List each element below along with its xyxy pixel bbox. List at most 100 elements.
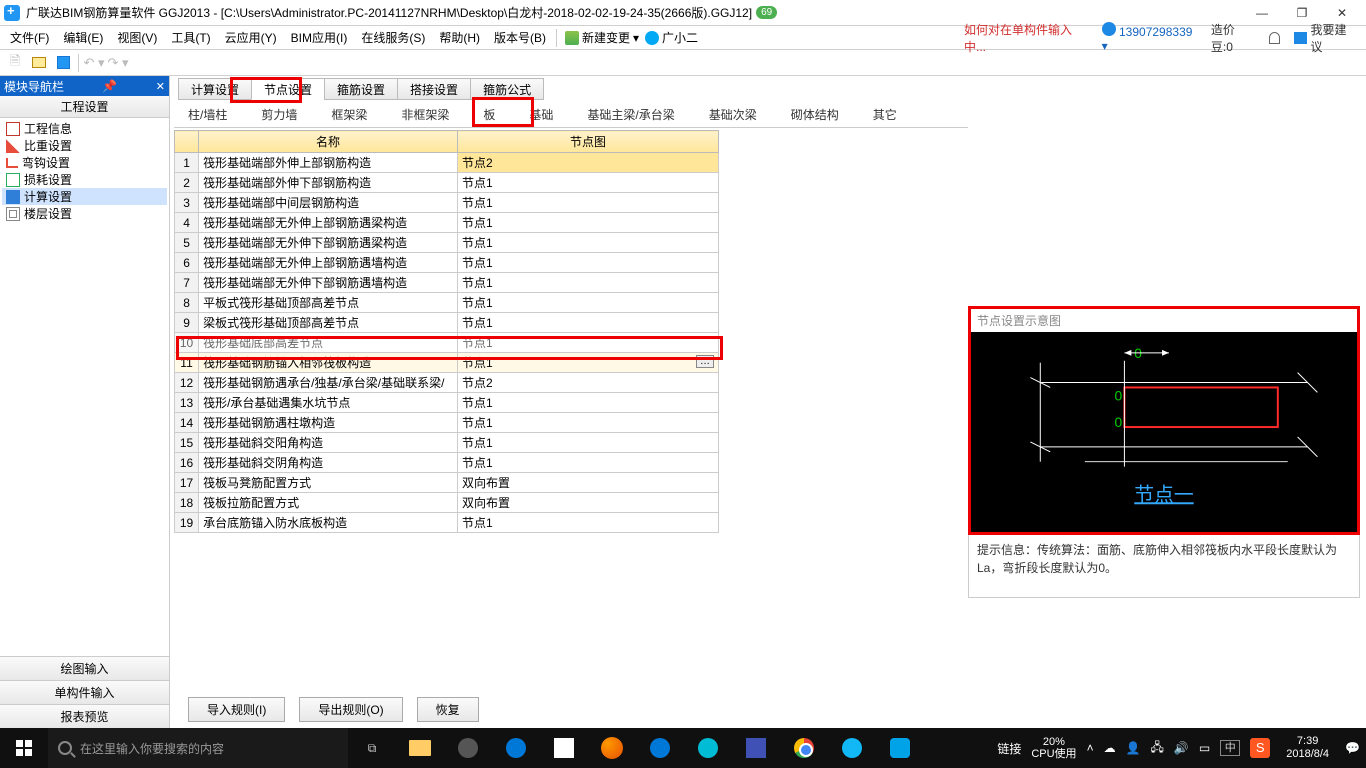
save-button[interactable]	[52, 52, 74, 74]
table-row[interactable]: 9梁板式筏形基础顶部高差节点节点1	[175, 313, 719, 333]
tray-up-icon[interactable]: ˄	[1087, 741, 1094, 755]
tree-item-floor[interactable]: 楼层设置	[2, 205, 167, 222]
table-row[interactable]: 13筏形/承台基础遇集水坑节点节点1	[175, 393, 719, 413]
tab2-fsec[interactable]: 基础次梁	[699, 103, 767, 126]
table-row[interactable]: 2筏形基础端部外伸下部钢筋构造节点1	[175, 173, 719, 193]
tray-onedrive-icon[interactable]: ☁	[1104, 741, 1116, 755]
nav-report[interactable]: 报表预览	[0, 704, 169, 728]
tree-item-weight[interactable]: 比重设置	[2, 137, 167, 154]
tab-stirrup[interactable]: 箍筋设置	[324, 78, 398, 100]
table-row[interactable]: 14筏形基础钢筋遇柱墩构造节点1	[175, 413, 719, 433]
new-change-button[interactable]: 新建变更 ▾	[565, 29, 639, 46]
taskview-icon[interactable]: ⧉	[348, 728, 396, 768]
app1-icon[interactable]	[444, 728, 492, 768]
ggj-icon[interactable]	[876, 728, 924, 768]
table-row[interactable]: 1筏形基础端部外伸上部钢筋构造节点2	[175, 153, 719, 173]
menu-help[interactable]: 帮助(H)	[433, 27, 486, 48]
feedback-button[interactable]: 我要建议	[1294, 21, 1356, 55]
gxe-button[interactable]: 广小二	[645, 29, 698, 46]
ime-indicator[interactable]: 中	[1220, 740, 1240, 756]
tab2-column[interactable]: 柱/墙柱	[178, 103, 237, 126]
table-row[interactable]: 19承台底筋锚入防水底板构造节点1	[175, 513, 719, 533]
tab2-other[interactable]: 其它	[863, 103, 907, 126]
col-name: 名称	[199, 131, 458, 153]
tray-link[interactable]: 链接	[997, 740, 1021, 757]
tray-volume-icon[interactable]: 🔊	[1174, 741, 1189, 755]
nav-close-icon[interactable]: ✕	[156, 80, 165, 93]
tab2-slab[interactable]: 板	[473, 103, 505, 126]
menu-tools[interactable]: 工具(T)	[165, 27, 216, 48]
undo-button[interactable]: ↶ ▾	[83, 52, 105, 74]
table-row[interactable]: 4筏形基础端部无外伸上部钢筋遇梁构造节点1	[175, 213, 719, 233]
diagram-link[interactable]: 节点一	[1134, 484, 1193, 506]
table-row[interactable]: 18筏板拉筋配置方式双向布置	[175, 493, 719, 513]
firefox-icon[interactable]	[588, 728, 636, 768]
qq-icon[interactable]	[828, 728, 876, 768]
menu-version[interactable]: 版本号(B)	[488, 27, 552, 48]
user-phone[interactable]: 13907298339 ▾	[1102, 22, 1197, 53]
edge2-icon[interactable]	[636, 728, 684, 768]
taskbar-search[interactable]: 在这里输入你要搜索的内容	[48, 728, 348, 768]
hint-link[interactable]: 如何对在单构件输入中...	[964, 21, 1088, 55]
tray-app-icon[interactable]: ▭	[1199, 741, 1210, 755]
tab2-foundation[interactable]: 基础	[519, 103, 563, 126]
nav-section[interactable]: 工程设置	[0, 96, 169, 118]
app2-icon[interactable]	[732, 728, 780, 768]
tab-calc[interactable]: 计算设置	[178, 78, 252, 100]
nav-draw-input[interactable]: 绘图输入	[0, 656, 169, 680]
table-row[interactable]: 17筏板马凳筋配置方式双向布置	[175, 473, 719, 493]
node-table[interactable]: 名称 节点图 1筏形基础端部外伸上部钢筋构造节点22筏形基础端部外伸下部钢筋构造…	[174, 130, 719, 533]
edge-icon[interactable]	[492, 728, 540, 768]
menu-cloud[interactable]: 云应用(Y)	[219, 27, 283, 48]
table-row[interactable]: 3筏形基础端部中间层钢筋构造节点1	[175, 193, 719, 213]
ie-icon[interactable]	[684, 728, 732, 768]
tab-lap[interactable]: 搭接设置	[397, 78, 471, 100]
table-row[interactable]: 10筏形基础底部高差节点节点1	[175, 333, 719, 353]
restore-button[interactable]: 恢复	[417, 697, 479, 722]
nav-single-input[interactable]: 单构件输入	[0, 680, 169, 704]
menu-view[interactable]: 视图(V)	[111, 27, 163, 48]
tab-formula[interactable]: 箍筋公式	[470, 78, 544, 100]
menu-online[interactable]: 在线服务(S)	[355, 27, 431, 48]
bell-icon[interactable]	[1269, 32, 1281, 44]
store-icon[interactable]	[540, 728, 588, 768]
table-row[interactable]: 7筏形基础端部无外伸下部钢筋遇墙构造节点1	[175, 273, 719, 293]
tab2-shear[interactable]: 剪力墙	[251, 103, 307, 126]
new-file-button[interactable]: 🗎	[4, 52, 26, 74]
tray-network-icon[interactable]: 🖧	[1151, 738, 1164, 759]
svg-text:0: 0	[1115, 387, 1123, 403]
tray-notifications-icon[interactable]: 💬	[1345, 741, 1360, 755]
start-button[interactable]	[0, 728, 48, 768]
table-row[interactable]: 15筏形基础斜交阳角构造节点1	[175, 433, 719, 453]
menu-edit[interactable]: 编辑(E)	[57, 27, 109, 48]
tree-item-loss[interactable]: 损耗设置	[2, 171, 167, 188]
sogou-icon[interactable]: S	[1250, 738, 1270, 758]
table-row[interactable]: 6筏形基础端部无外伸上部钢筋遇墙构造节点1	[175, 253, 719, 273]
tab2-nframe[interactable]: 非框架梁	[391, 103, 459, 126]
tab2-fmain[interactable]: 基础主梁/承台梁	[577, 103, 684, 126]
explorer-icon[interactable]	[396, 728, 444, 768]
tab2-masonry[interactable]: 砌体结构	[781, 103, 849, 126]
tab2-frame[interactable]: 框架梁	[321, 103, 377, 126]
export-rules-button[interactable]: 导出规则(O)	[299, 697, 402, 722]
table-row[interactable]: 16筏形基础斜交阴角构造节点1	[175, 453, 719, 473]
table-row[interactable]: 11筏形基础钢筋锚入相邻筏板构造节点1…	[175, 353, 719, 373]
redo-button[interactable]: ↷ ▾	[107, 52, 129, 74]
chrome-icon[interactable]	[780, 728, 828, 768]
table-row[interactable]: 8平板式筏形基础顶部高差节点节点1	[175, 293, 719, 313]
menu-bim[interactable]: BIM应用(I)	[285, 27, 354, 48]
windows-icon	[16, 740, 32, 756]
tree-item-calc[interactable]: 计算设置	[2, 188, 167, 205]
tab-node[interactable]: 节点设置	[251, 78, 325, 100]
table-row[interactable]: 12筏形基础钢筋遇承台/独基/承台梁/基础联系梁/节点2	[175, 373, 719, 393]
open-file-button[interactable]	[28, 52, 50, 74]
menu-file[interactable]: 文件(F)	[4, 27, 55, 48]
tree-item-project-info[interactable]: 工程信息	[2, 120, 167, 137]
table-row[interactable]: 5筏形基础端部无外伸下部钢筋遇梁构造节点1	[175, 233, 719, 253]
tree-item-hook[interactable]: 弯钩设置	[2, 154, 167, 171]
pin-icon[interactable]: 📌	[102, 79, 117, 93]
cell-more-button[interactable]: …	[696, 355, 714, 368]
tray-clock[interactable]: 7:392018/8/4	[1280, 735, 1335, 761]
import-rules-button[interactable]: 导入规则(I)	[188, 697, 285, 722]
tray-people-icon[interactable]: 👤	[1126, 741, 1141, 755]
